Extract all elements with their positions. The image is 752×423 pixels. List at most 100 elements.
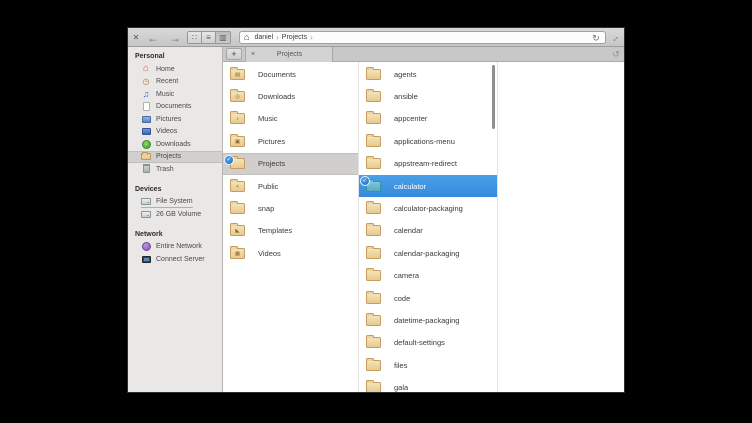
folder-label: agents bbox=[394, 70, 417, 79]
sidebar-item-label: Pictures bbox=[156, 116, 181, 123]
sidebar-item-projects[interactable]: Projects bbox=[128, 151, 222, 164]
sidebar-item-documents[interactable]: Documents bbox=[128, 101, 222, 114]
folder-icon bbox=[366, 315, 381, 326]
network-globe-icon bbox=[141, 242, 151, 252]
sidebar-item-connect-server[interactable]: Connect Server bbox=[128, 253, 222, 266]
folder-label: Pictures bbox=[258, 137, 285, 146]
sidebar-item-trash[interactable]: Trash bbox=[128, 163, 222, 176]
sidebar-item-label: Music bbox=[156, 91, 174, 98]
folder-row-documents[interactable]: ▤ Documents bbox=[223, 63, 358, 85]
back-icon[interactable]: ← bbox=[142, 28, 164, 47]
folder-icon bbox=[366, 248, 381, 259]
folder-row-ansible[interactable]: ansible bbox=[359, 85, 497, 107]
folder-icon bbox=[366, 203, 381, 214]
folder-row-agents[interactable]: agents bbox=[359, 63, 497, 85]
folder-row-downloads[interactable]: ◎ Downloads bbox=[223, 85, 358, 107]
check-badge-icon: ✓ bbox=[360, 176, 370, 186]
chevron-icon: › bbox=[309, 33, 314, 42]
folder-row-projects-selected[interactable]: ✓ Projects bbox=[223, 153, 358, 175]
folder-icon: < bbox=[230, 181, 245, 192]
sidebar-item-videos[interactable]: Videos bbox=[128, 126, 222, 139]
folder-label: appcenter bbox=[394, 114, 427, 123]
sidebar-item-label: Recent bbox=[156, 78, 178, 85]
folder-icon bbox=[366, 113, 381, 124]
folder-row-calculator-selected[interactable]: ✓ calculator bbox=[359, 175, 497, 197]
folder-label: Templates bbox=[258, 226, 292, 235]
folder-row-templates[interactable]: ◣ Templates bbox=[223, 220, 358, 242]
window-close-icon[interactable]: ✕ bbox=[130, 28, 142, 47]
folder-row-files[interactable]: files bbox=[359, 354, 497, 376]
sidebar-item-home[interactable]: ⌂ Home bbox=[128, 63, 222, 76]
path-bar[interactable]: ⌂ daniel › Projects › ↻ bbox=[239, 31, 606, 44]
folder-label: Projects bbox=[258, 159, 285, 168]
sidebar-item-label: Home bbox=[156, 66, 175, 73]
reload-icon[interactable]: ↻ bbox=[590, 32, 602, 45]
pictures-icon bbox=[141, 114, 151, 124]
column-view-icon[interactable]: ▥ bbox=[216, 32, 230, 43]
sidebar-item-music[interactable]: ♫ Music bbox=[128, 88, 222, 101]
folder-label: Music bbox=[258, 114, 278, 123]
recent-icon: ◷ bbox=[141, 77, 151, 87]
breadcrumb-daniel[interactable]: daniel bbox=[252, 34, 275, 41]
grid-view-icon[interactable]: ∷ bbox=[188, 32, 202, 43]
folder-label: camera bbox=[394, 271, 419, 280]
folder-icon bbox=[366, 382, 381, 393]
expand-window-icon[interactable]: ↔ bbox=[607, 28, 621, 47]
folder-row-datetime-packaging[interactable]: datetime-packaging bbox=[359, 309, 497, 331]
folder-row-public[interactable]: < Public bbox=[223, 175, 358, 197]
folder-row-code[interactable]: code bbox=[359, 287, 497, 309]
folder-row-snap[interactable]: snap bbox=[223, 197, 358, 219]
folder-label: Videos bbox=[258, 249, 281, 258]
drive-icon bbox=[141, 197, 151, 207]
folder-row-appcenter[interactable]: appcenter bbox=[359, 108, 497, 130]
folder-row-calculator-packaging[interactable]: calculator-packaging bbox=[359, 197, 497, 219]
folder-icon bbox=[366, 293, 381, 304]
files-window: ✕ ← → ∷ ≡ ▥ ⌂ daniel › Projects › ↻ ↔ Pe… bbox=[127, 27, 625, 393]
folder-label: datetime-packaging bbox=[394, 316, 459, 325]
sidebar-item-pictures[interactable]: Pictures bbox=[128, 113, 222, 126]
folder-row-default-settings[interactable]: default-settings bbox=[359, 332, 497, 354]
sidebar-item-label: Videos bbox=[156, 128, 177, 135]
home-icon: ⌂ bbox=[141, 64, 151, 74]
add-tab-button[interactable]: + bbox=[226, 48, 242, 60]
folder-row-gala[interactable]: gala bbox=[359, 376, 497, 393]
forward-icon[interactable]: → bbox=[164, 28, 186, 47]
folder-row-calendar-packaging[interactable]: calendar-packaging bbox=[359, 242, 497, 264]
check-badge-icon: ✓ bbox=[224, 155, 234, 165]
folder-icon bbox=[366, 69, 381, 80]
folder-icon bbox=[366, 225, 381, 236]
videos-icon bbox=[141, 127, 151, 137]
sidebar-item-downloads[interactable]: ↓ Downloads bbox=[128, 138, 222, 151]
folder-label: calculator bbox=[394, 182, 426, 191]
downloads-icon: ↓ bbox=[141, 139, 151, 149]
list-view-icon[interactable]: ≡ bbox=[202, 32, 216, 43]
folder-row-calendar[interactable]: calendar bbox=[359, 220, 497, 242]
folder-icon bbox=[366, 136, 381, 147]
scrollbar-thumb[interactable] bbox=[492, 65, 495, 129]
sidebar-item-file-system[interactable]: File System bbox=[128, 196, 222, 209]
folder-icon bbox=[141, 152, 151, 162]
toolbar: ✕ ← → ∷ ≡ ▥ ⌂ daniel › Projects › ↻ ↔ bbox=[128, 28, 624, 47]
tab-projects[interactable]: × Projects bbox=[245, 47, 333, 62]
folder-row-camera[interactable]: camera bbox=[359, 265, 497, 287]
folder-row-appstream-redirect[interactable]: appstream-redirect bbox=[359, 153, 497, 175]
folder-row-music[interactable]: ♪ Music bbox=[223, 108, 358, 130]
sidebar-item-entire-network[interactable]: Entire Network bbox=[128, 241, 222, 254]
sidebar-item-label: Downloads bbox=[156, 141, 191, 148]
folder-label: appstream-redirect bbox=[394, 159, 457, 168]
restore-tab-history-icon[interactable]: ↺ bbox=[610, 47, 622, 62]
folder-label: code bbox=[394, 294, 410, 303]
folder-icon bbox=[366, 360, 381, 371]
folder-row-pictures[interactable]: ▣ Pictures bbox=[223, 130, 358, 152]
folder-row-videos[interactable]: ▦ Videos bbox=[223, 242, 358, 264]
sidebar-item-volume[interactable]: 26 GB Volume bbox=[128, 208, 222, 221]
document-icon bbox=[141, 102, 151, 112]
tab-label: Projects bbox=[255, 51, 332, 58]
sidebar-item-recent[interactable]: ◷ Recent bbox=[128, 76, 222, 89]
miller-columns: ▤ Documents ◎ Downloads ♪ Music ▣ Pictur… bbox=[223, 62, 625, 393]
folder-row-applications-menu[interactable]: applications-menu bbox=[359, 130, 497, 152]
folder-label: snap bbox=[258, 204, 274, 213]
breadcrumb-projects[interactable]: Projects bbox=[280, 34, 309, 41]
drive-icon bbox=[141, 209, 151, 219]
folder-icon: ♪ bbox=[230, 113, 245, 124]
